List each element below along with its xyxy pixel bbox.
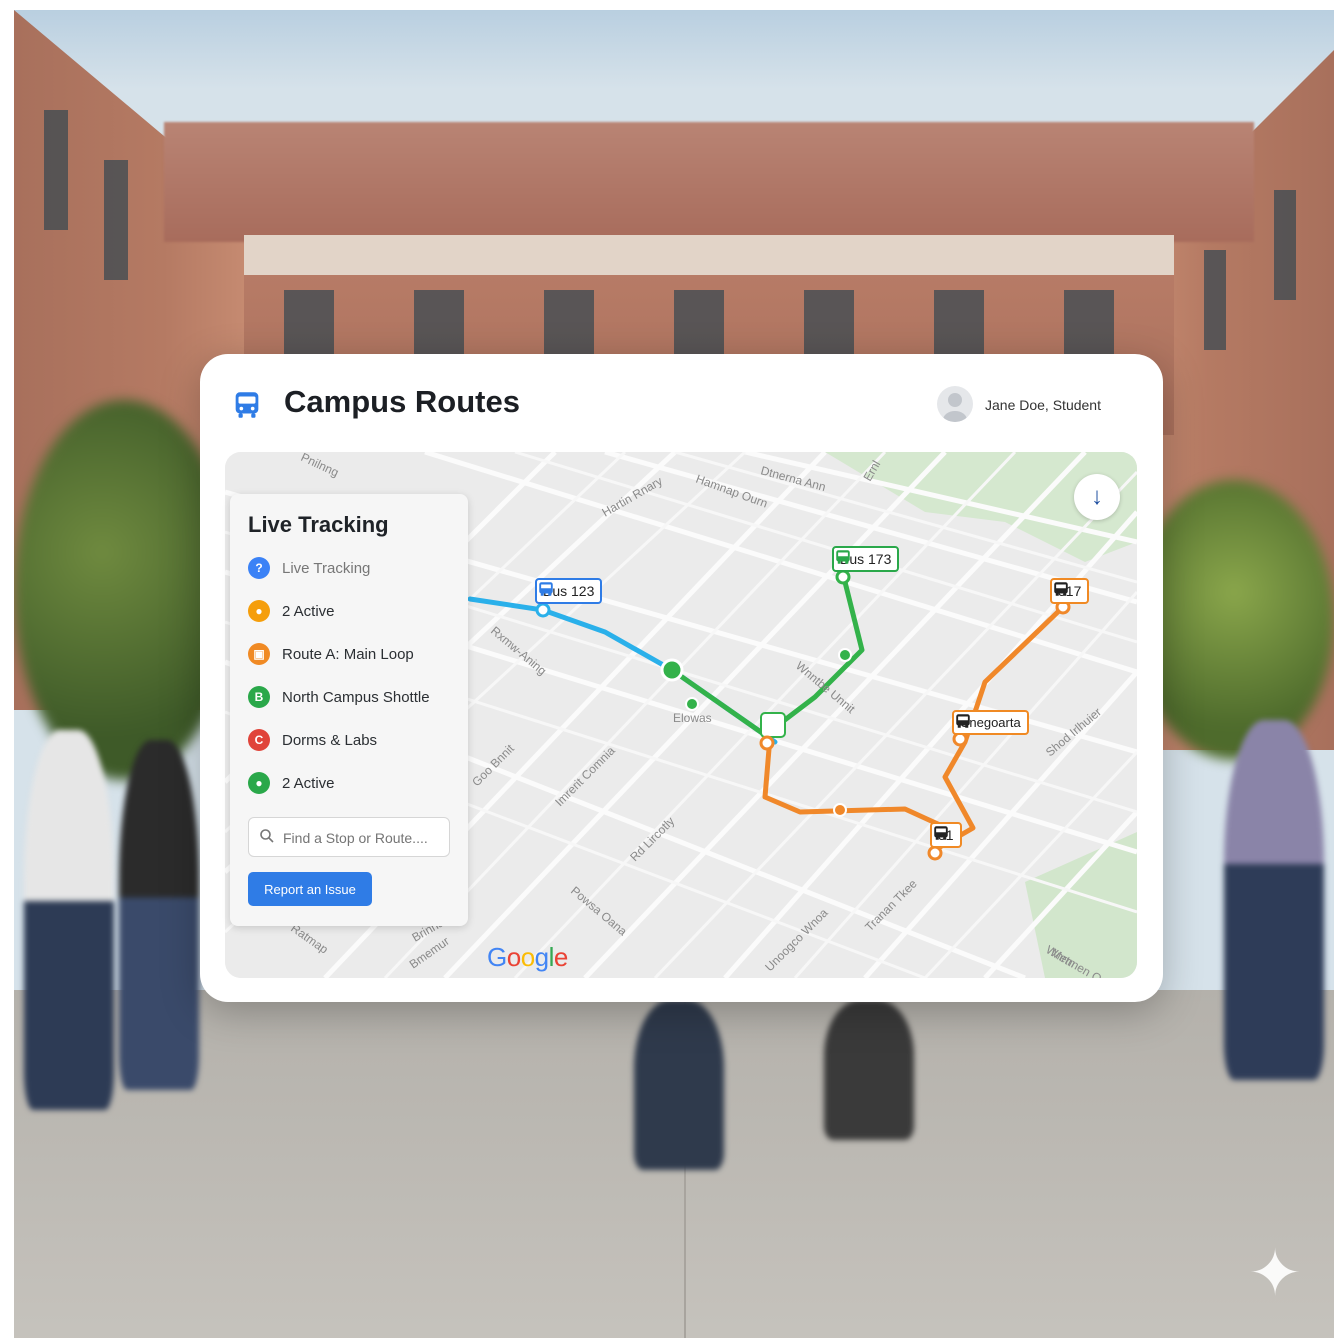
legend-item-route-a[interactable]: ▣ Route A: Main Loop	[248, 642, 414, 666]
legend-label: Route A: Main Loop	[282, 645, 414, 663]
person	[1224, 720, 1324, 1080]
bus-icon	[934, 826, 948, 840]
route-b-icon: B	[248, 686, 270, 708]
bus-stop	[760, 712, 786, 738]
person	[824, 1000, 914, 1140]
user-name[interactable]: Jane Doe, Student	[985, 397, 1101, 413]
window	[1274, 190, 1296, 300]
street-label: Elowas	[673, 711, 712, 725]
legend-item-active[interactable]: ● 2 Active	[248, 599, 335, 623]
bus-stop	[660, 658, 684, 682]
trees	[1134, 480, 1334, 760]
route-c-icon: C	[248, 729, 270, 751]
avatar[interactable]	[937, 386, 973, 422]
search-box[interactable]	[248, 817, 450, 857]
legend-label: North Campus Shottle	[282, 688, 430, 706]
window	[544, 290, 594, 360]
bus-marker[interactable]: Bus 123	[535, 578, 603, 604]
bus-stop	[759, 735, 775, 751]
panel-title: Live Tracking	[248, 512, 389, 537]
bus-marker[interactable]: 51	[930, 822, 962, 848]
window	[674, 290, 724, 360]
person	[24, 730, 114, 1110]
window	[804, 290, 854, 360]
legend-item-route-c[interactable]: C Dorms & Labs	[248, 728, 377, 752]
bus-marker[interactable]: Bus 173	[832, 546, 900, 572]
window	[104, 160, 128, 280]
bus-icon	[956, 714, 970, 728]
search-input[interactable]	[281, 826, 445, 850]
app-window: Campus Routes Jane Doe, Student Hartin R…	[200, 354, 1163, 1002]
route-icon: ●	[248, 600, 270, 622]
legend-label: 2 Active	[282, 602, 335, 620]
legend-item-live-tracking[interactable]: ? Live Tracking	[248, 556, 370, 580]
bus-stop	[835, 569, 851, 585]
bus-icon	[836, 550, 850, 564]
bus-stop	[535, 602, 551, 618]
search-icon	[260, 829, 274, 843]
window	[1204, 250, 1226, 350]
sparkle-icon: ✦	[1248, 1237, 1302, 1309]
app-header: Campus Routes Jane Doe, Student	[200, 354, 1163, 452]
route-icon: ●	[248, 772, 270, 794]
building-roof	[164, 122, 1254, 242]
legend-label: Dorms & Labs	[282, 731, 378, 749]
user-icon	[943, 393, 967, 422]
person	[634, 1000, 724, 1170]
bus-stop	[685, 697, 699, 711]
person	[119, 740, 199, 1090]
bus-marker[interactable]: Unegoarta	[952, 710, 1029, 735]
route-icon: ?	[248, 557, 270, 579]
bus-icon: ▣	[248, 643, 270, 665]
bus-icon	[539, 582, 553, 596]
bus-icon	[235, 392, 259, 418]
report-issue-button[interactable]: Report an Issue	[248, 872, 372, 906]
legend-item-active-2[interactable]: ● 2 Active	[248, 771, 335, 795]
bus-marker[interactable]: 517	[1050, 578, 1090, 604]
legend-label: 2 Active	[282, 774, 335, 792]
google-attribution: Google	[487, 942, 568, 972]
bus-stop	[833, 803, 847, 817]
live-tracking-panel: Live Tracking ? Live Tracking ● 2 Active…	[230, 494, 468, 926]
window	[284, 290, 334, 360]
app-title: Campus Routes	[284, 384, 520, 419]
window	[934, 290, 984, 360]
legend-label: Live Tracking	[282, 559, 371, 577]
bus-stop	[927, 845, 943, 861]
legend-item-route-b[interactable]: B North Campus Shottle	[248, 685, 430, 709]
window	[1064, 290, 1114, 360]
window	[44, 110, 68, 230]
bus-stop	[838, 648, 852, 662]
window	[414, 290, 464, 360]
download-button[interactable]: ↓	[1074, 474, 1120, 520]
bus-icon	[1054, 582, 1068, 596]
